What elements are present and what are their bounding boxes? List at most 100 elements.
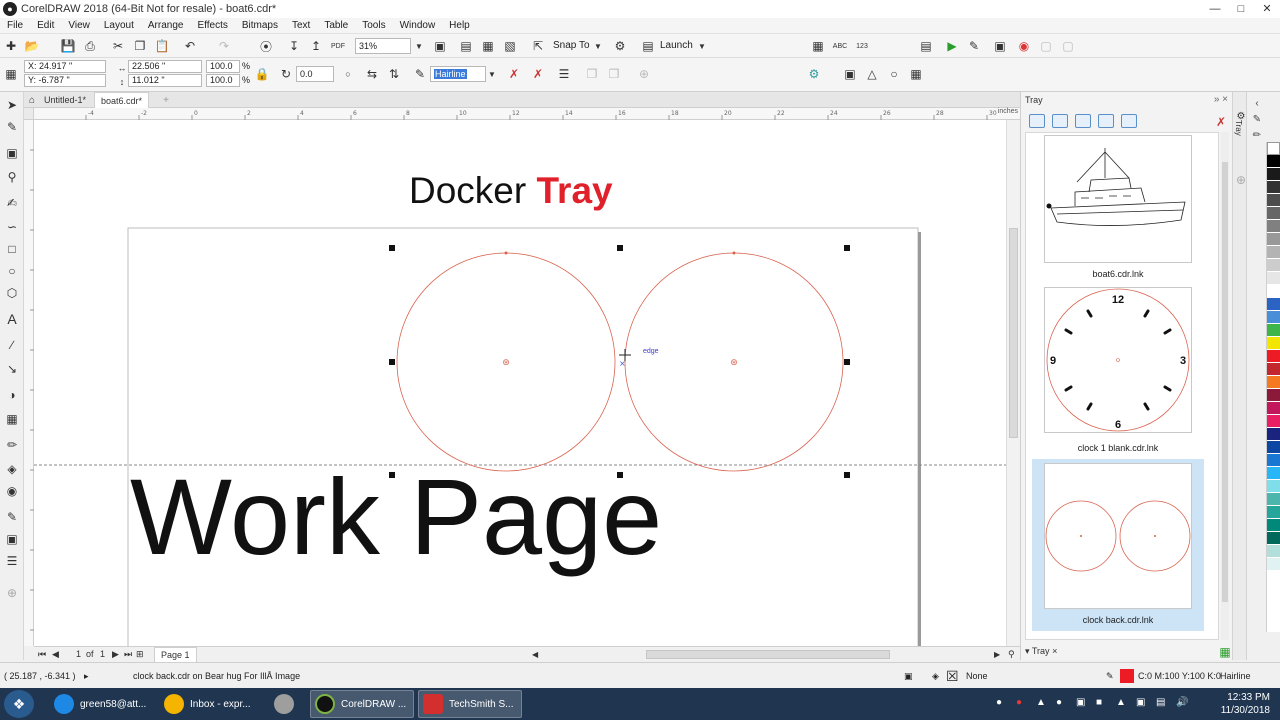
tab-untitled-1[interactable]: Untitled-1* xyxy=(38,92,92,108)
new-tab-plus-icon[interactable]: + xyxy=(158,92,174,108)
palette-swatch[interactable] xyxy=(1267,415,1280,428)
menu-help[interactable]: Help xyxy=(442,20,477,31)
snap-to-dropdown-icon[interactable]: ▼ xyxy=(590,38,606,54)
macro-editor-icon[interactable]: ✎ xyxy=(966,38,982,54)
first-page-icon[interactable]: ⏮ xyxy=(38,647,46,662)
menu-table[interactable]: Table xyxy=(317,20,355,31)
palette-swatch[interactable] xyxy=(1267,233,1280,246)
redo-icon[interactable]: ↷ xyxy=(216,38,232,54)
object-width-field[interactable]: 22.506 " xyxy=(128,60,202,73)
export-icon[interactable]: ↥ xyxy=(308,38,324,54)
spell-check-icon[interactable]: ABC xyxy=(832,38,848,54)
right-collapse-icon[interactable]: ‹ xyxy=(1250,98,1264,112)
taskbar-ie[interactable]: green58@att... xyxy=(50,690,156,718)
add-property-icon[interactable]: ⊕ xyxy=(636,66,652,82)
add-tool-icon[interactable]: ⊕ xyxy=(3,584,21,602)
palette-swatch[interactable] xyxy=(1267,272,1280,285)
previous-page-icon[interactable]: ◀ xyxy=(52,647,59,662)
palette-swatch[interactable] xyxy=(1267,337,1280,350)
tray-app-icon-6[interactable]: ■ xyxy=(1096,697,1102,708)
drop-shadow-tool-icon[interactable]: ◑ xyxy=(3,386,21,404)
barcode-icon[interactable]: ▦ xyxy=(810,38,826,54)
palette-swatch[interactable] xyxy=(1267,311,1280,324)
palette-swatch[interactable] xyxy=(1267,467,1280,480)
outline-pen-tool-icon[interactable]: ✎ xyxy=(3,508,21,526)
break-apart-icon[interactable]: △ xyxy=(864,66,880,82)
tray-app-icon-5[interactable]: ▣ xyxy=(1076,697,1085,708)
add-to-tray-icon[interactable] xyxy=(1075,114,1092,128)
smart-fill-tool-icon[interactable]: ◉ xyxy=(3,482,21,500)
stop-macro-icon[interactable]: ▢ xyxy=(1060,38,1076,54)
menu-tools[interactable]: Tools xyxy=(355,20,392,31)
docker-close-icon[interactable]: × xyxy=(1222,94,1228,105)
outline-color-swatch[interactable] xyxy=(1120,669,1134,683)
palette-swatch[interactable] xyxy=(1267,454,1280,467)
horizontal-scroll-thumb[interactable] xyxy=(646,650,890,659)
weld-icon[interactable]: ✗ xyxy=(506,66,522,82)
menu-effects[interactable]: Effects xyxy=(190,20,234,31)
menu-window[interactable]: Window xyxy=(393,20,443,31)
launch-label[interactable]: Launch xyxy=(660,38,693,54)
open-tray-folder-icon[interactable] xyxy=(1029,114,1045,128)
add-page-icon[interactable]: ⊞ xyxy=(136,647,144,662)
palette-swatch[interactable] xyxy=(1267,155,1280,168)
zoom-tool-icon[interactable]: ⚲ xyxy=(3,168,21,186)
cut-icon[interactable]: ✂ xyxy=(110,38,126,54)
zoom-level-field[interactable]: 31% xyxy=(355,38,411,54)
snap-to-label[interactable]: Snap To xyxy=(553,38,590,54)
pause-macro-icon[interactable]: ▢ xyxy=(1038,38,1054,54)
menu-text[interactable]: Text xyxy=(285,20,317,31)
copy-icon[interactable]: ❐ xyxy=(132,38,148,54)
group-icon[interactable]: ○ xyxy=(886,66,902,82)
delete-tray-icon[interactable]: ✗ xyxy=(1213,114,1229,130)
palette-swatch[interactable] xyxy=(1267,181,1280,194)
window-layout-icon[interactable]: ▤ xyxy=(918,38,934,54)
next-page-icon[interactable]: ▶ xyxy=(112,647,119,662)
launch-dropdown-icon[interactable]: ▼ xyxy=(694,38,710,54)
taskbar-techsmith[interactable]: TechSmith S... xyxy=(418,690,522,718)
close-button[interactable]: ✕ xyxy=(1254,0,1280,18)
combine-icon[interactable]: ▣ xyxy=(842,66,858,82)
palette-swatch[interactable] xyxy=(1267,246,1280,259)
to-front-icon[interactable]: ❐ xyxy=(584,66,600,82)
interactive-fill-tool-icon[interactable]: ◈ xyxy=(3,460,21,478)
trim-icon[interactable]: ✗ xyxy=(530,66,546,82)
palette-swatch[interactable] xyxy=(1267,428,1280,441)
menu-bitmaps[interactable]: Bitmaps xyxy=(235,20,285,31)
new-tray-icon[interactable] xyxy=(1052,114,1069,128)
vertical-ruler[interactable] xyxy=(24,120,34,646)
text-tool-icon[interactable]: A xyxy=(3,310,21,328)
docker-tray-heading[interactable]: Docker Tray xyxy=(409,170,613,212)
tray-app-icon-8[interactable]: ▣ xyxy=(1136,697,1145,708)
pick-tool-icon[interactable]: ➤ xyxy=(3,96,21,114)
ellipse-tool-icon[interactable]: ○ xyxy=(3,262,21,280)
lock-ratio-icon[interactable]: 🔒 xyxy=(254,66,270,82)
polygon-tool-icon[interactable]: ⬡ xyxy=(3,284,21,302)
palette-swatch[interactable] xyxy=(1267,350,1280,363)
tray-expand-icon[interactable]: ▦ xyxy=(1217,644,1233,660)
tray-app-icon-3[interactable]: ▲ xyxy=(1036,697,1046,708)
palette-swatch[interactable] xyxy=(1267,545,1280,558)
snap-icon[interactable]: ⇱ xyxy=(530,38,546,54)
save-icon[interactable]: 💾 xyxy=(60,38,76,54)
shape-tool-icon[interactable]: ✎ xyxy=(3,118,21,136)
full-screen-preview-icon[interactable]: ▣ xyxy=(432,38,448,54)
vertical-scrollbar[interactable] xyxy=(1006,120,1020,646)
quick-customize-icon[interactable]: ⚙ xyxy=(806,66,822,82)
palette-swatch[interactable] xyxy=(1267,493,1280,506)
show-guidelines-icon[interactable]: ▧ xyxy=(502,38,518,54)
tray-item-clock-back[interactable]: clock back.cdr.lnk xyxy=(1032,459,1204,631)
freehand-tool-icon[interactable]: ✍ xyxy=(3,194,21,212)
fill-tool-icon[interactable]: ▣ xyxy=(3,530,21,548)
paste-icon[interactable]: 📋 xyxy=(154,38,170,54)
mirror-vertical-icon[interactable]: ⇅ xyxy=(386,66,402,82)
palette-swatch[interactable] xyxy=(1267,480,1280,493)
scroll-left-icon[interactable]: ◀ xyxy=(532,647,538,662)
print-icon[interactable]: ⎙ xyxy=(82,38,98,54)
work-page-text[interactable]: Work Page xyxy=(130,457,662,577)
show-rulers-icon[interactable]: ▤ xyxy=(458,38,474,54)
palette-swatch[interactable] xyxy=(1267,441,1280,454)
tray-tab-close-icon[interactable]: × xyxy=(1052,646,1057,656)
show-grid-icon[interactable]: ▦ xyxy=(480,38,496,54)
tray-item-clock-blank[interactable]: 12 3 6 9 clock 1 blank.cdr.lnk xyxy=(1032,285,1204,459)
